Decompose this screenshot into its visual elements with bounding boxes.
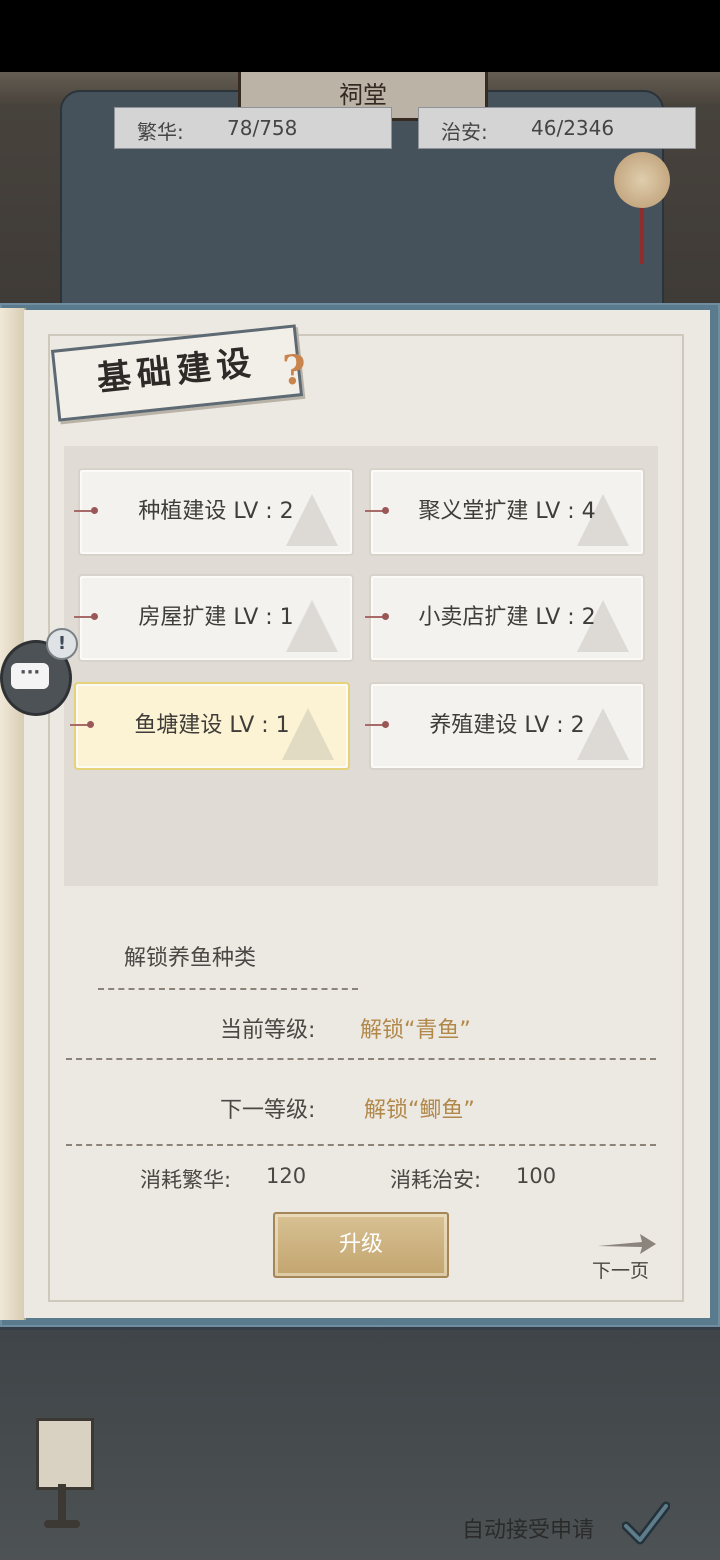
current-level-value: 解锁“青鱼”	[360, 1018, 471, 1043]
detail-title: 解锁养鱼种类	[124, 946, 257, 971]
lamp-base	[44, 1520, 80, 1528]
building-card-fishpond[interactable]: 鱼塘建设 LV : 1	[70, 682, 350, 770]
next-level-value: 解锁“鲫鱼”	[364, 1098, 475, 1123]
building-label: 小卖店扩建 LV : 2	[418, 605, 596, 630]
cost-prosperity-label: 消耗繁华:	[140, 1168, 232, 1192]
building-label: 鱼塘建设 LV : 1	[134, 713, 290, 738]
lamp-icon[interactable]	[36, 1418, 94, 1490]
cost-prosperity-value: 120	[266, 1164, 307, 1188]
book-spine	[0, 308, 26, 1320]
building-card-housing[interactable]: 房屋扩建 LV : 1	[74, 574, 354, 662]
upgrade-button[interactable]: 升级	[273, 1212, 449, 1278]
checkmark-icon[interactable]	[622, 1500, 670, 1546]
building-label: 房屋扩建 LV : 1	[138, 605, 294, 630]
arrow-right-icon	[598, 1234, 656, 1254]
building-label: 聚义堂扩建 LV : 4	[418, 499, 596, 524]
cost-security-value: 100	[516, 1164, 557, 1188]
auto-accept-label: 自动接受申请	[462, 1518, 595, 1543]
building-label: 养殖建设 LV : 2	[429, 713, 585, 738]
lamp-post	[58, 1484, 66, 1522]
question-mark-icon[interactable]: ?	[282, 347, 305, 394]
building-label: 种植建设 LV : 2	[138, 499, 294, 524]
background-scene: 祠堂 繁华: 78/758 治安: 46/2346 基础建设 ? 种植建设 LV…	[0, 72, 720, 1560]
cost-security-label: 消耗治安:	[390, 1168, 482, 1192]
divider	[66, 1058, 656, 1060]
next-level-label: 下一等级:	[220, 1098, 316, 1123]
floor	[0, 1330, 720, 1560]
alert-icon: !	[46, 628, 78, 660]
next-page-label: 下一页	[592, 1260, 650, 1282]
chat-bubble-icon: ···	[11, 663, 49, 689]
building-card-hall[interactable]: 聚义堂扩建 LV : 4	[365, 468, 645, 556]
building-card-breeding[interactable]: 养殖建设 LV : 2	[365, 682, 645, 770]
divider	[98, 988, 358, 990]
upgrade-label: 升级	[338, 1232, 383, 1257]
current-level-label: 当前等级:	[220, 1018, 316, 1043]
divider	[66, 1144, 656, 1146]
building-card-planting[interactable]: 种植建设 LV : 2	[74, 468, 354, 556]
building-card-shop[interactable]: 小卖店扩建 LV : 2	[365, 574, 645, 662]
next-page-button[interactable]: 下一页	[588, 1232, 660, 1282]
